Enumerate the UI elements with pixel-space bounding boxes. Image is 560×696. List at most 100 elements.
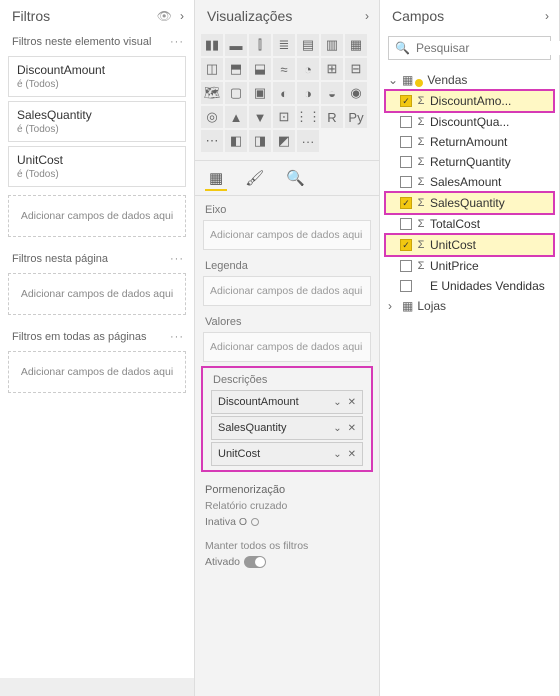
collapse-viz-icon[interactable]: › bbox=[365, 9, 369, 23]
viz-type-icon[interactable]: ◎ bbox=[201, 106, 223, 128]
viz-type-icon[interactable]: ◩ bbox=[273, 130, 295, 152]
viz-type-icon[interactable]: ◧ bbox=[225, 130, 247, 152]
filter-card[interactable]: DiscountAmount é (Todos) bbox=[8, 56, 186, 97]
toggle-on-icon[interactable] bbox=[244, 556, 266, 568]
chevron-down-icon[interactable]: ⌄ bbox=[333, 449, 341, 460]
eye-icon[interactable]: 👁 bbox=[157, 9, 172, 23]
chevron-down-icon[interactable]: ⌄ bbox=[333, 397, 341, 408]
checkbox[interactable] bbox=[400, 95, 412, 107]
collapse-fields-icon[interactable]: › bbox=[545, 9, 549, 23]
collapse-filters-icon[interactable]: › bbox=[180, 9, 184, 23]
viz-type-icon[interactable]: ◒ bbox=[321, 82, 343, 104]
viz-type-icon[interactable]: ≈ bbox=[273, 58, 295, 80]
field-node[interactable]: Σ ReturnAmount bbox=[386, 132, 553, 152]
viz-type-icon[interactable]: ◨ bbox=[249, 130, 271, 152]
viz-type-icon[interactable]: 🗺 bbox=[201, 82, 223, 104]
field-node[interactable]: Σ DiscountQua... bbox=[386, 112, 553, 132]
viz-type-icon[interactable]: ◔ bbox=[297, 58, 319, 80]
checkbox[interactable] bbox=[400, 218, 412, 230]
viz-type-icon[interactable]: ⋯ bbox=[201, 130, 223, 152]
viz-type-icon[interactable]: ⫿ bbox=[249, 34, 271, 56]
table-node[interactable]: ⌄ ▦ Vendas bbox=[386, 70, 553, 90]
checkbox[interactable] bbox=[400, 197, 412, 209]
search-box[interactable]: 🔍 bbox=[388, 36, 551, 60]
radio-off-icon[interactable] bbox=[251, 518, 259, 526]
chevron-icon[interactable]: › bbox=[388, 299, 398, 313]
checkbox[interactable] bbox=[400, 280, 412, 292]
tooltip-field-item[interactable]: SalesQuantity ⌄ ✕ bbox=[211, 416, 363, 440]
filters-all-dropzone[interactable]: Adicionar campos de dados aqui bbox=[8, 351, 186, 393]
viz-type-icon[interactable]: ⬒ bbox=[225, 58, 247, 80]
viz-type-icon[interactable]: ▬ bbox=[225, 34, 247, 56]
checkbox[interactable] bbox=[400, 239, 412, 251]
viz-type-icon[interactable]: ◉ bbox=[345, 82, 367, 104]
viz-type-icon[interactable]: ▼ bbox=[249, 106, 271, 128]
filter-card[interactable]: SalesQuantity é (Todos) bbox=[8, 101, 186, 142]
checkbox[interactable] bbox=[400, 156, 412, 168]
viz-type-icon[interactable]: R bbox=[321, 106, 343, 128]
field-node[interactable]: Σ SalesAmount bbox=[386, 172, 553, 192]
viz-type-icon[interactable]: ◐ bbox=[273, 82, 295, 104]
search-input[interactable] bbox=[416, 41, 560, 55]
fields-tab-icon[interactable]: ▦ bbox=[205, 167, 227, 191]
viz-type-icon[interactable]: ⊞ bbox=[321, 58, 343, 80]
viz-type-icon[interactable]: ⊡ bbox=[273, 106, 295, 128]
field-name: SalesAmount bbox=[430, 175, 501, 189]
viz-type-icon[interactable]: ▢ bbox=[225, 82, 247, 104]
viz-type-icon[interactable]: ◫ bbox=[201, 58, 223, 80]
viz-type-icon[interactable]: ⬓ bbox=[249, 58, 271, 80]
more-icon[interactable]: ··· bbox=[170, 331, 184, 343]
viz-type-icon[interactable]: ⋮⋮ bbox=[297, 106, 319, 128]
filters-visual-dropzone[interactable]: Adicionar campos de dados aqui bbox=[8, 195, 186, 237]
checkbox[interactable] bbox=[400, 260, 412, 272]
sigma-icon: Σ bbox=[416, 116, 426, 128]
viz-type-icon[interactable]: ▣ bbox=[249, 82, 271, 104]
format-tab-icon[interactable]: 🖌 bbox=[241, 167, 268, 191]
viz-type-icon[interactable]: ▥ bbox=[321, 34, 343, 56]
field-node[interactable]: Σ DiscountAmo... bbox=[386, 91, 553, 111]
viz-type-icon[interactable]: ▮▮ bbox=[201, 34, 223, 56]
field-node[interactable]: Σ UnitCost bbox=[386, 235, 553, 255]
tooltip-field-item[interactable]: DiscountAmount ⌄ ✕ bbox=[211, 390, 363, 414]
viz-type-icon[interactable]: ▲ bbox=[225, 106, 247, 128]
analytics-tab-icon[interactable]: 🔍 bbox=[282, 167, 309, 191]
field-node[interactable]: Σ SalesQuantity bbox=[386, 193, 553, 213]
legend-well[interactable]: Adicionar campos de dados aqui bbox=[203, 276, 371, 306]
chevron-down-icon[interactable]: ⌄ bbox=[333, 423, 341, 434]
remove-icon[interactable]: ✕ bbox=[348, 449, 356, 460]
field-node[interactable]: E Unidades Vendidas bbox=[386, 276, 553, 296]
tooltip-field-name: UnitCost bbox=[218, 448, 260, 460]
tooltip-field-item[interactable]: UnitCost ⌄ ✕ bbox=[211, 442, 363, 466]
remove-icon[interactable]: ✕ bbox=[348, 423, 356, 434]
table-node[interactable]: › ▦ Lojas bbox=[386, 296, 553, 316]
field-node[interactable]: Σ TotalCost bbox=[386, 214, 553, 234]
viz-type-icon[interactable]: ▤ bbox=[297, 34, 319, 56]
more-icon[interactable]: ··· bbox=[170, 253, 184, 265]
field-node[interactable]: Σ ReturnQuantity bbox=[386, 152, 553, 172]
table-icon: ▦ bbox=[402, 299, 413, 313]
drill-heading: Pormenorização bbox=[195, 474, 379, 498]
viz-type-icon[interactable]: ⊟ bbox=[345, 58, 367, 80]
more-icon[interactable]: ··· bbox=[170, 36, 184, 48]
sigma-icon: Σ bbox=[416, 218, 426, 230]
viz-type-icon[interactable]: Py bbox=[345, 106, 367, 128]
filter-card[interactable]: UnitCost é (Todos) bbox=[8, 146, 186, 187]
field-name: DiscountQua... bbox=[430, 115, 509, 129]
values-well[interactable]: Adicionar campos de dados aqui bbox=[203, 332, 371, 362]
axis-well[interactable]: Adicionar campos de dados aqui bbox=[203, 220, 371, 250]
checkbox[interactable] bbox=[400, 116, 412, 128]
sigma-icon: Σ bbox=[416, 260, 426, 272]
viz-tool-row: ▦ 🖌 🔍 bbox=[195, 160, 379, 196]
viz-type-icon[interactable]: ··· bbox=[297, 130, 319, 152]
filters-page-section: Filtros nesta página ··· bbox=[0, 247, 194, 269]
chevron-icon[interactable]: ⌄ bbox=[388, 73, 398, 87]
viz-type-icon[interactable]: ◑ bbox=[297, 82, 319, 104]
filters-page-dropzone[interactable]: Adicionar campos de dados aqui bbox=[8, 273, 186, 315]
remove-icon[interactable]: ✕ bbox=[348, 397, 356, 408]
checkbox[interactable] bbox=[400, 136, 412, 148]
viz-type-icon[interactable]: ≣ bbox=[273, 34, 295, 56]
keep-filters-label: Manter todos os filtros bbox=[195, 538, 379, 554]
field-node[interactable]: Σ UnitPrice bbox=[386, 256, 553, 276]
viz-type-icon[interactable]: ▦ bbox=[345, 34, 367, 56]
checkbox[interactable] bbox=[400, 176, 412, 188]
